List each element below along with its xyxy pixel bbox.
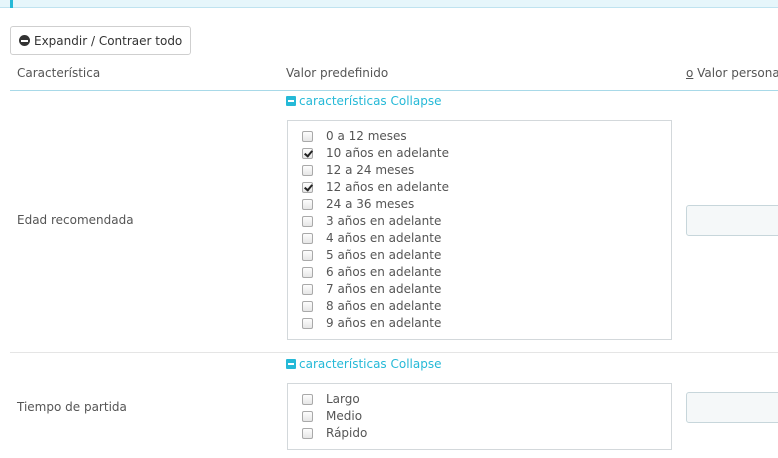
column-header-default-value: Valor predefinido [286, 66, 389, 80]
info-alert [0, 0, 778, 8]
option-item[interactable]: 6 años en adelante [302, 264, 441, 280]
column-header-feature: Característica [17, 66, 101, 80]
checkbox-unchecked[interactable] [302, 410, 313, 422]
checkbox-unchecked[interactable] [302, 300, 313, 312]
custom-value-input-game-time[interactable] [686, 392, 778, 423]
option-label: 8 años en adelante [326, 299, 442, 313]
option-label: 3 años en adelante [326, 214, 442, 228]
row-divider [10, 352, 778, 353]
option-item[interactable]: 8 años en adelante [302, 298, 441, 314]
option-label: Rápido [326, 426, 368, 440]
option-label: Largo [326, 392, 360, 406]
collapse-features-label: características Collapse [299, 94, 442, 108]
option-label: 24 a 36 meses [326, 197, 415, 211]
checkbox-checked[interactable] [302, 181, 313, 193]
checkbox-unchecked[interactable] [302, 249, 313, 261]
option-label: 7 años en adelante [326, 282, 442, 296]
checkbox-unchecked[interactable] [302, 317, 313, 329]
custom-value-input-recommended-age[interactable] [686, 205, 778, 236]
checkbox-unchecked[interactable] [302, 266, 313, 278]
option-label: 4 años en adelante [326, 231, 442, 245]
feature-label-recommended-age: Edad recomendada [17, 213, 134, 227]
option-item[interactable]: 12 años en adelante [302, 179, 449, 195]
option-label: 0 a 12 meses [326, 129, 407, 143]
option-item[interactable]: 12 a 24 meses [302, 162, 414, 178]
expand-collapse-all-label: Expandir / Contraer todo [34, 33, 183, 48]
collapse-features-link[interactable]: características Collapse [286, 94, 442, 108]
option-item[interactable]: 7 años en adelante [302, 281, 441, 297]
collapse-minus-icon [286, 359, 296, 369]
option-item[interactable]: 24 a 36 meses [302, 196, 414, 212]
recommended-age-options-box[interactable]: 0 a 12 meses 10 años en adelante 12 a 24 m… [287, 120, 672, 340]
option-label: 9 años en adelante [326, 316, 442, 330]
option-label: 6 años en adelante [326, 265, 442, 279]
option-item[interactable]: 10 años en adelante [302, 145, 449, 161]
option-item[interactable]: Medio [302, 408, 362, 424]
checkbox-unchecked[interactable] [302, 232, 313, 244]
option-label: 12 años en adelante [326, 180, 449, 194]
option-label: 5 años en adelante [326, 248, 442, 262]
collapse-features-label: características Collapse [299, 357, 442, 371]
option-label: 10 años en adelante [326, 146, 449, 160]
checkbox-unchecked[interactable] [302, 130, 313, 142]
game-time-options-box[interactable]: Largo Medio Rápido [287, 383, 672, 450]
option-label: Medio [326, 409, 363, 423]
option-item[interactable]: 5 años en adelante [302, 247, 441, 263]
checkbox-checked[interactable] [302, 147, 313, 159]
option-item[interactable]: 3 años en adelante [302, 213, 441, 229]
checkbox-unchecked[interactable] [302, 215, 313, 227]
minus-circle-icon [19, 35, 30, 46]
option-item[interactable]: 0 a 12 meses [302, 128, 407, 144]
collapse-minus-icon [286, 96, 296, 106]
feature-label-game-time: Tiempo de partida [17, 400, 127, 414]
option-item[interactable]: Rápido [302, 425, 367, 441]
checkbox-unchecked[interactable] [302, 164, 313, 176]
custom-value-header-label: Valor personal [693, 66, 778, 80]
header-divider [10, 90, 778, 91]
expand-collapse-all-button[interactable]: Expandir / Contraer todo [10, 26, 192, 55]
option-item[interactable]: 9 años en adelante [302, 315, 441, 331]
option-item[interactable]: 4 años en adelante [302, 230, 441, 246]
checkbox-unchecked[interactable] [302, 393, 313, 405]
checkbox-unchecked[interactable] [302, 283, 313, 295]
column-header-custom-value: o Valor personal [686, 66, 778, 80]
checkbox-unchecked[interactable] [302, 427, 313, 439]
alert-accent-bar [10, 0, 13, 8]
option-label: 12 a 24 meses [326, 163, 415, 177]
checkbox-unchecked[interactable] [302, 198, 313, 210]
collapse-features-link[interactable]: características Collapse [286, 357, 442, 371]
option-item[interactable]: Largo [302, 391, 360, 407]
